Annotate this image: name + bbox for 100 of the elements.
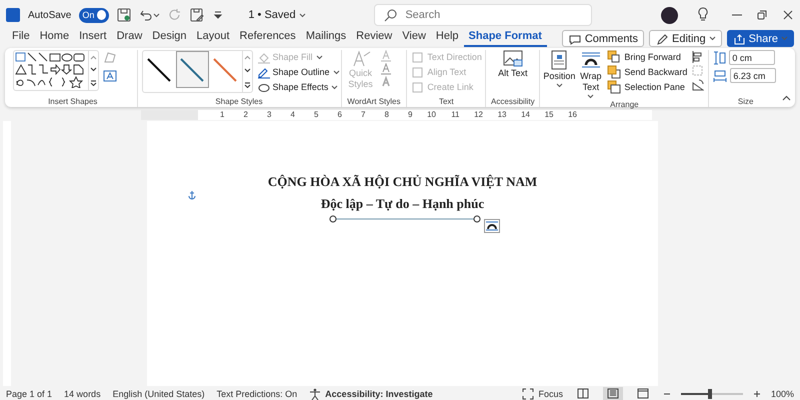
ruler-margin bbox=[141, 110, 198, 120]
more-icon bbox=[90, 80, 97, 86]
ruler-number: 5 bbox=[314, 110, 318, 120]
send-backward-icon bbox=[607, 65, 622, 79]
ribbon-tab[interactable]: Insert bbox=[74, 30, 112, 47]
ruler-number: 6 bbox=[338, 110, 342, 120]
lightbulb-icon bbox=[696, 6, 710, 20]
group-label: WordArt Styles bbox=[346, 96, 402, 107]
align-text-icon bbox=[411, 66, 424, 78]
group-label: Shape Styles bbox=[214, 96, 264, 107]
share-icon bbox=[732, 32, 746, 44]
ribbon-tab[interactable]: Design bbox=[147, 30, 192, 47]
link-icon bbox=[411, 80, 424, 94]
pen-outline-icon bbox=[256, 66, 270, 78]
ribbon-tab[interactable]: Mailings bbox=[300, 30, 352, 47]
ruler-number: 16 bbox=[568, 110, 577, 120]
ruler-number: 9 bbox=[408, 110, 412, 120]
arrange-command[interactable]: Bring Forward bbox=[607, 50, 688, 64]
redo-icon bbox=[168, 8, 182, 22]
shape-command[interactable]: Shape Effects bbox=[256, 80, 340, 94]
ruler-number: 7 bbox=[361, 110, 366, 120]
text-fill-icon bbox=[380, 50, 392, 62]
ruler-number: 3 bbox=[267, 110, 272, 120]
ruler-number: 12 bbox=[474, 110, 483, 120]
shape-width-field[interactable]: 6.23 cm bbox=[730, 68, 776, 83]
ruler-number: 13 bbox=[498, 110, 506, 120]
ruler-number: 10 bbox=[427, 110, 436, 120]
group-label: Insert Shapes bbox=[47, 96, 98, 107]
search-icon bbox=[384, 9, 398, 22]
comments-button[interactable]: Comments bbox=[562, 30, 644, 47]
wrap-button[interactable]: Wrap Text bbox=[578, 50, 604, 99]
undo-icon bbox=[139, 8, 154, 22]
document-edit-icon bbox=[190, 8, 204, 22]
position-button[interactable]: Position bbox=[544, 50, 574, 88]
editing-button[interactable]: Editing bbox=[649, 30, 722, 47]
search-field[interactable]: Search bbox=[374, 4, 592, 26]
group-label: Arrange bbox=[609, 99, 640, 110]
restore-icon bbox=[756, 9, 768, 21]
group-label: Accessibility bbox=[490, 96, 536, 107]
selection-pane-icon bbox=[607, 80, 622, 94]
status-item: Page 1 of 1 bbox=[6, 388, 52, 398]
accessibility-icon bbox=[309, 388, 322, 400]
autosave-label: AutoSave bbox=[28, 10, 72, 20]
layout-options-icon[interactable] bbox=[484, 219, 500, 233]
ruler-number: 2 bbox=[244, 110, 248, 120]
text-outline-icon bbox=[380, 63, 392, 75]
ribbon-tab[interactable]: Home bbox=[34, 30, 74, 47]
share-button[interactable]: Share bbox=[726, 30, 794, 47]
customize-dropdown-icon bbox=[212, 9, 224, 21]
minimize-icon bbox=[732, 14, 742, 16]
document-status[interactable]: 1 • Saved bbox=[248, 9, 296, 21]
ribbon-tab[interactable]: References bbox=[234, 30, 301, 47]
caret-icon bbox=[298, 12, 306, 18]
collapse-ribbon-icon bbox=[782, 95, 792, 101]
edit-shape-icon bbox=[103, 50, 117, 64]
avatar-icon[interactable] bbox=[661, 6, 678, 24]
accessibility-status[interactable]: Accessibility: Investigate bbox=[325, 388, 433, 398]
zoom-level[interactable]: 100% bbox=[770, 388, 794, 398]
anchor-icon bbox=[187, 190, 197, 200]
arrange-command[interactable]: Send Backward bbox=[607, 65, 688, 79]
status-item: Text Predictions: On bbox=[216, 388, 298, 398]
ruler-number: 8 bbox=[384, 110, 389, 120]
word-logo-icon bbox=[6, 8, 20, 22]
save-icon bbox=[117, 8, 132, 22]
ruler-number: 15 bbox=[544, 110, 554, 120]
autosave-toggle[interactable]: On bbox=[79, 8, 110, 22]
caret-icon bbox=[587, 94, 594, 99]
close-icon bbox=[782, 9, 794, 21]
caret-icon bbox=[556, 83, 563, 88]
group-label: Size bbox=[736, 96, 754, 107]
ribbon-tab[interactable]: Layout bbox=[192, 30, 235, 47]
comment-icon bbox=[568, 32, 582, 44]
letter-a-icon bbox=[350, 50, 370, 67]
ribbon-tab[interactable]: View bbox=[397, 30, 431, 47]
shape-command[interactable]: Shape Outline bbox=[256, 65, 340, 79]
width-icon bbox=[713, 68, 728, 82]
print-view-button[interactable] bbox=[602, 386, 623, 400]
ribbon-tab[interactable]: File bbox=[12, 30, 35, 47]
status-item: 14 words bbox=[64, 388, 101, 398]
more-icon bbox=[244, 82, 250, 88]
scroll-up-icon bbox=[244, 55, 250, 60]
ribbon-tab[interactable]: Review bbox=[351, 30, 398, 47]
caret-icon bbox=[153, 12, 160, 18]
arrange-command[interactable]: Selection Pane bbox=[607, 80, 688, 94]
focus-icon bbox=[522, 388, 534, 400]
ribbon-tab[interactable]: Draw bbox=[112, 30, 148, 47]
text-direction-icon bbox=[411, 50, 424, 64]
rotate-icon bbox=[691, 78, 704, 91]
status-item: English (United States) bbox=[112, 388, 205, 398]
zoom-in-icon bbox=[752, 390, 761, 398]
group-label: Text bbox=[438, 96, 455, 107]
line-shape[interactable] bbox=[329, 215, 481, 223]
focus-button[interactable]: Focus bbox=[538, 388, 563, 398]
ribbon-tab[interactable]: Help bbox=[430, 30, 464, 47]
alt-text-button[interactable]: Alt Text bbox=[498, 50, 528, 79]
ruler-number: 11 bbox=[451, 110, 460, 120]
caret-icon bbox=[331, 84, 338, 90]
draw-text-box-icon bbox=[103, 69, 117, 83]
shape-height-field[interactable]: 0 cm bbox=[729, 50, 776, 65]
document-text-line: Độc lập – Tự do – Hạnh phúc bbox=[320, 195, 484, 213]
